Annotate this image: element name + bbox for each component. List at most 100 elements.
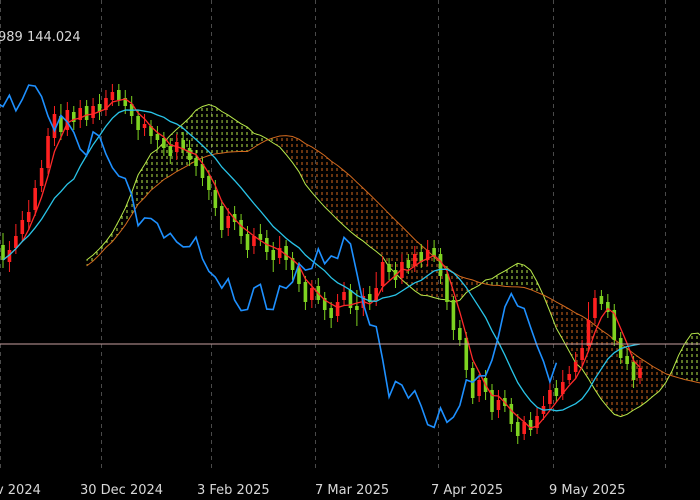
candle-body bbox=[284, 246, 288, 260]
candle-body bbox=[573, 362, 578, 372]
kumo-segment bbox=[640, 358, 647, 407]
candle-body bbox=[26, 212, 31, 222]
candle-body bbox=[303, 282, 308, 302]
candle-body bbox=[110, 92, 115, 100]
kumo-segment bbox=[601, 330, 608, 408]
candle-body bbox=[586, 320, 591, 346]
candle-body bbox=[271, 250, 276, 260]
candle-body bbox=[554, 388, 559, 396]
candle-body bbox=[239, 220, 243, 236]
candle-body bbox=[84, 106, 89, 120]
x-tick-label: 9 May 2025 bbox=[549, 483, 626, 498]
ichimoku-chart: 989 144.024 ov 2024 30 Dec 2024 3 Feb 2025… bbox=[0, 0, 700, 498]
candle-body bbox=[297, 268, 301, 284]
kumo-segment bbox=[196, 106, 203, 161]
candle-body bbox=[245, 234, 250, 250]
candle-body bbox=[219, 206, 224, 230]
kumo-segment bbox=[350, 176, 357, 237]
kumo-segment bbox=[414, 239, 422, 296]
x-tick-label: 3 Feb 2025 bbox=[197, 483, 270, 498]
candle-body bbox=[625, 356, 629, 364]
kumo-segment bbox=[228, 115, 235, 153]
x-tick-label: 30 Dec 2024 bbox=[80, 483, 163, 498]
kumo-segment bbox=[150, 149, 158, 191]
kumo-segment bbox=[363, 188, 370, 247]
candle-body bbox=[46, 136, 50, 168]
candle-body bbox=[207, 176, 211, 190]
candle-body bbox=[168, 146, 173, 156]
kumo-segment bbox=[594, 325, 602, 400]
candle-body bbox=[464, 338, 469, 370]
candle-body bbox=[355, 306, 359, 310]
kumo-segment bbox=[376, 200, 383, 257]
candle-body bbox=[406, 260, 411, 268]
candle-body bbox=[39, 168, 44, 186]
kumo-segment bbox=[685, 333, 692, 381]
kumo-segment bbox=[356, 182, 364, 242]
candle-body bbox=[117, 90, 121, 100]
candle-body bbox=[342, 292, 346, 300]
candle-body bbox=[567, 374, 572, 380]
kumo-segment bbox=[337, 165, 345, 226]
kumo-segment bbox=[575, 313, 583, 370]
kumo-segment bbox=[530, 270, 538, 293]
candle-body bbox=[136, 116, 140, 130]
kumo-cloud bbox=[86, 103, 700, 418]
grid-lines bbox=[0, 0, 666, 470]
candle-body bbox=[213, 190, 218, 208]
x-tick-label: 7 Mar 2025 bbox=[315, 483, 389, 498]
candle-body bbox=[335, 302, 340, 316]
candle-body bbox=[329, 308, 333, 318]
kumo-segment bbox=[607, 334, 615, 415]
candle-body bbox=[580, 348, 584, 360]
kumo-segment bbox=[279, 135, 287, 155]
kumo-segment bbox=[331, 161, 338, 220]
kumo-segment bbox=[93, 248, 100, 261]
candle-body bbox=[33, 188, 37, 210]
candle-body bbox=[387, 264, 391, 272]
candle-body bbox=[515, 422, 520, 436]
x-tick-label: 7 Apr 2025 bbox=[431, 483, 503, 498]
kumo-segment bbox=[221, 111, 229, 154]
candle-body bbox=[20, 220, 25, 234]
kumo-segment bbox=[318, 151, 325, 207]
candle-body bbox=[412, 254, 417, 266]
candle-body bbox=[599, 296, 604, 304]
kumo-segment bbox=[498, 270, 505, 287]
kumo-segment bbox=[369, 194, 377, 252]
candle-body bbox=[445, 274, 449, 302]
candle-body bbox=[91, 106, 95, 118]
kumo-segment bbox=[241, 123, 248, 152]
kumo-segment bbox=[646, 362, 653, 402]
x-tick-label: ov 2024 bbox=[0, 483, 41, 498]
candle-body bbox=[142, 124, 147, 128]
candle-body bbox=[477, 380, 481, 396]
kumo-segment bbox=[517, 263, 525, 288]
candle-body bbox=[509, 404, 514, 424]
kumo-segment bbox=[324, 155, 332, 214]
candle-body bbox=[548, 390, 552, 404]
candle-body bbox=[631, 362, 636, 380]
kumo-segment bbox=[691, 333, 698, 383]
candle-body bbox=[1, 245, 5, 260]
candle-body bbox=[380, 262, 385, 286]
candle-body bbox=[155, 134, 160, 140]
kumo-segment bbox=[234, 119, 242, 152]
kumo-segment bbox=[215, 106, 222, 154]
kumo-segment bbox=[344, 170, 351, 232]
x-axis-labels: ov 2024 30 Dec 2024 3 Feb 2025 7 Mar 2025 7 … bbox=[0, 483, 626, 498]
candle-body bbox=[310, 288, 314, 300]
candle-body bbox=[226, 216, 231, 228]
candle-body bbox=[458, 328, 462, 340]
candle-body bbox=[438, 254, 443, 276]
candle-body bbox=[194, 158, 198, 166]
candle-body bbox=[638, 368, 642, 378]
kumo-segment bbox=[86, 255, 94, 266]
candle-body bbox=[593, 298, 597, 318]
kumo-segment bbox=[311, 146, 319, 200]
price-readout: 989 144.024 bbox=[0, 30, 81, 45]
candle-body bbox=[14, 236, 18, 248]
candle-body bbox=[187, 148, 192, 160]
kumo-segment bbox=[569, 309, 576, 364]
tenkan-sen-line bbox=[2, 98, 641, 429]
